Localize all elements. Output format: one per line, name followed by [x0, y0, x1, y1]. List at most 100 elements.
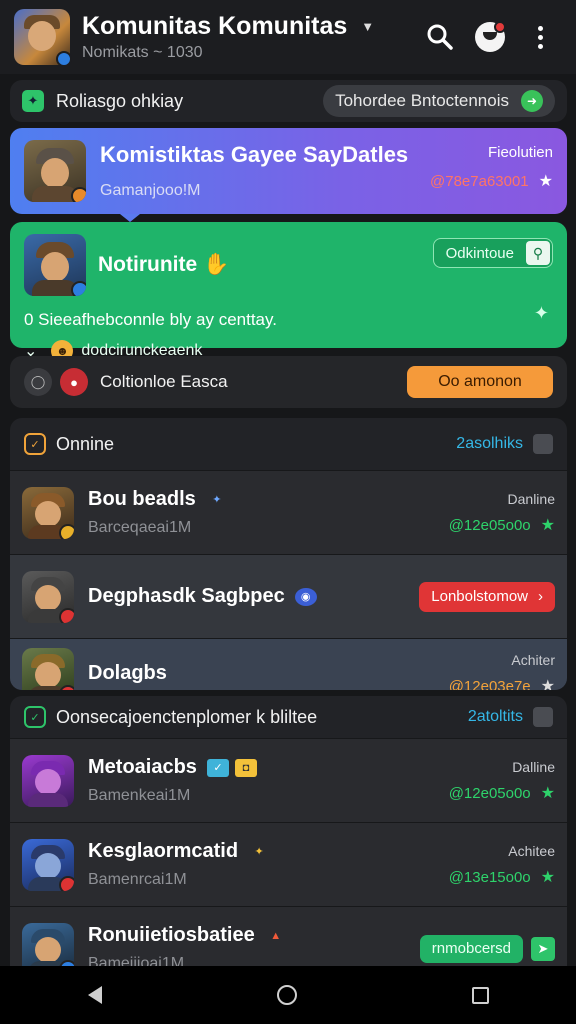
- member-status: Achiter: [511, 651, 555, 668]
- announcement-card[interactable]: Notirunite ✋ Odkintoue ⚲ 0 Sieeafhebconn…: [10, 222, 567, 362]
- check-icon: ✓: [206, 758, 229, 777]
- section-title: Oonsecajoenctenplomer k bliltee: [56, 706, 318, 727]
- featured-status: Fieolutien: [487, 144, 553, 161]
- search-icon: [427, 24, 453, 50]
- back-icon[interactable]: [87, 986, 102, 1004]
- member-action-button[interactable]: rnmobcersd: [419, 934, 523, 963]
- list-item[interactable]: Metoaiacbs ✓ ◘ Bamenkeai1M Dalline @12e05o…: [10, 738, 567, 822]
- badge-icon: [59, 607, 74, 623]
- member-status: Achitee: [508, 842, 555, 859]
- list-item[interactable]: Degphasdk Sagbpec ◉ Lonbolstomow ›: [10, 554, 567, 638]
- member-avatar: [22, 647, 74, 690]
- member-avatar: [22, 838, 74, 891]
- member-sub: Bameiiioai1M: [88, 955, 185, 966]
- record-icon[interactable]: ●: [60, 368, 88, 396]
- chevron-right-icon: ›: [538, 588, 543, 605]
- announcement-avatar: [24, 234, 86, 296]
- featured-title: Komistiktas Gayee SayDatles: [100, 142, 409, 167]
- send-icon[interactable]: ➤: [531, 936, 555, 961]
- star-icon[interactable]: ★: [541, 515, 555, 535]
- list-item[interactable]: Bou beadls ✦ Barceqaeai1M Danline @12e05o…: [10, 470, 567, 554]
- member-code: @12e05o0o: [448, 784, 531, 802]
- page-subtitle: Nomikats ~ 1030: [82, 44, 203, 61]
- list-item[interactable]: Kesglaormcatid ✦ Bamenrcai1M Achitee @13e…: [10, 822, 567, 906]
- avatar-face: [28, 21, 56, 51]
- member-status: Danline: [507, 490, 555, 507]
- pin-icon: ⚲: [526, 241, 550, 265]
- card-pointer: [120, 214, 140, 222]
- member-name: Metoaiacbs: [88, 756, 197, 778]
- featured-card[interactable]: Komistiktas Gayee SayDatles Gamanjooo!M …: [10, 128, 567, 214]
- section-link[interactable]: 2atoltits: [468, 708, 523, 726]
- announcement-button[interactable]: Odkintoue ⚲: [432, 238, 553, 268]
- recent-apps-icon[interactable]: [471, 986, 489, 1004]
- member-sub: Bamenkeai1M: [88, 787, 191, 804]
- page-title: Komunitas Komunitas: [82, 12, 348, 40]
- member-avatar: [22, 754, 74, 807]
- hands-emoji-icon: ✋: [203, 253, 230, 276]
- member-avatar: [22, 570, 74, 623]
- join-button[interactable]: Oo amonon: [407, 366, 553, 398]
- verified-badge-icon: [56, 51, 72, 67]
- globe-icon: ◉: [294, 587, 317, 606]
- announcement-title: Notirunite ✋: [98, 253, 230, 276]
- promo-pill-label: Tohordee Bntoctennois: [335, 91, 509, 110]
- member-button-label: Lonbolstomow: [431, 588, 528, 605]
- member-name: Dolagbs: [88, 662, 167, 684]
- member-name: Degphasdk Sagbpec: [88, 585, 285, 607]
- member-avatar: [22, 486, 74, 539]
- promo-bar: ✦ Roliasgo ohkiay Tohordee Bntoctennois …: [10, 80, 567, 122]
- member-sub: Bamenrcai1M: [88, 871, 187, 888]
- search-button[interactable]: [418, 15, 462, 59]
- member-sub: Barceqaeai1M: [88, 519, 192, 536]
- community-avatar[interactable]: [14, 9, 72, 67]
- more-vert-icon: [537, 25, 543, 49]
- warning-icon: ▲: [270, 929, 282, 942]
- announcement-description: 0 Sieeafhebconnle bly ay centtay.: [24, 310, 277, 329]
- crown-icon: ✦: [212, 494, 222, 506]
- online-section-icon: ✓: [24, 433, 46, 455]
- member-action-button[interactable]: Lonbolstomow ›: [419, 581, 555, 612]
- section-title: Onnine: [56, 433, 115, 454]
- app-header: Komunitas Komunitas ▼ Nomikats ~ 1030: [0, 0, 576, 74]
- home-icon[interactable]: [276, 985, 297, 1005]
- lock-icon[interactable]: ◯: [24, 368, 52, 396]
- member-status: Dalline: [512, 758, 555, 775]
- more-menu-button[interactable]: [518, 15, 562, 59]
- member-code: @12e03e7e: [448, 677, 531, 691]
- arrow-right-icon: ➜: [521, 90, 543, 112]
- badge-icon: [59, 875, 74, 891]
- promo-title: Roliasgo ohkiay: [56, 90, 184, 111]
- badge-icon: [71, 187, 86, 202]
- chevron-down-icon[interactable]: ▼: [361, 19, 374, 34]
- member-name: Kesglaormcatid: [88, 840, 239, 862]
- section-link[interactable]: 2asolhiks: [456, 435, 523, 453]
- pin-icon[interactable]: [533, 707, 553, 727]
- sparkle-icon: ✦: [533, 303, 549, 323]
- pin-icon[interactable]: [533, 434, 553, 454]
- online-section: ✓ Onnine 2asolhiks Bou beadls ✦ Barceqaea…: [10, 418, 567, 690]
- members-section-icon: ✓: [24, 706, 46, 728]
- list-item[interactable]: Dolagbs Achiter @12e03e7e ★: [10, 638, 567, 690]
- member-name: Ronuiietiosbatiee: [88, 924, 255, 946]
- member-code: @13e15o0o: [448, 868, 531, 886]
- sparkle-icon: ✦: [254, 846, 264, 858]
- featured-subtitle: Gamanjooo!M: [100, 182, 201, 199]
- badge-icon: [71, 281, 86, 296]
- tag-icon: ◘: [234, 758, 257, 777]
- star-icon[interactable]: ★: [541, 867, 555, 887]
- action-label: Coltionloe Easca: [100, 372, 228, 391]
- list-item[interactable]: Ronuiietiosbatiee ▲ Bameiiioai1M rnmobcer…: [10, 906, 567, 966]
- notification-button[interactable]: [468, 15, 512, 59]
- star-icon[interactable]: ★: [539, 171, 553, 191]
- member-code: @12e05o0o: [448, 516, 531, 534]
- title-block[interactable]: Komunitas Komunitas ▼ Nomikats ~ 1030: [82, 12, 412, 62]
- promo-pill-button[interactable]: Tohordee Bntoctennois ➜: [323, 85, 555, 117]
- announcement-button-label: Odkintoue: [445, 244, 514, 262]
- featured-avatar: [24, 140, 86, 202]
- badge-icon: [59, 684, 74, 690]
- star-icon[interactable]: ★: [541, 676, 555, 691]
- notification-dot: [494, 21, 506, 33]
- badge-icon: [59, 523, 74, 539]
- star-icon[interactable]: ★: [541, 783, 555, 803]
